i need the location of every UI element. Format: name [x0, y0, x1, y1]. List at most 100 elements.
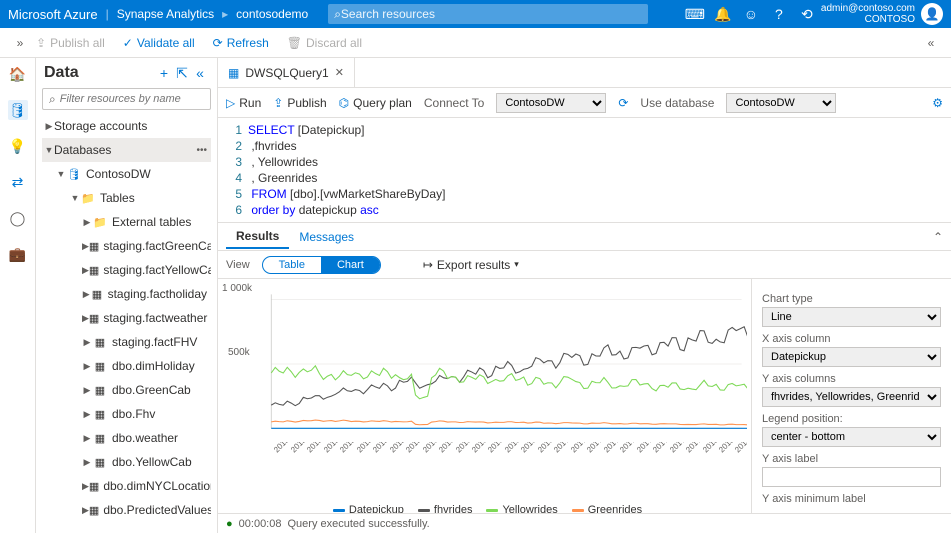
table-row[interactable]: ▶▦staging.factFHV [42, 330, 211, 354]
y-min-label: Y axis minimum label [762, 493, 941, 505]
resource-tree: ▶Storage accounts ▼Databases••• ▼🛢Contos… [42, 114, 211, 533]
settings-icon[interactable]: ⚙ [932, 96, 943, 110]
connect-to-label: Connect To [424, 96, 485, 110]
breadcrumb-service[interactable]: Synapse Analytics [117, 7, 214, 21]
table-row[interactable]: ▶▦dbo.YellowCab [42, 450, 211, 474]
tree-db-contosodw[interactable]: ▼🛢ContosoDW [42, 162, 211, 186]
broadcast-icon[interactable]: ⟲ [793, 6, 821, 23]
y-axis-label-input[interactable] [762, 467, 941, 487]
play-icon: ▷ [226, 96, 235, 110]
discard-all-button[interactable]: 🗑Discard all [287, 36, 362, 50]
filter-icon: ⌕ [49, 92, 56, 107]
tree-tables[interactable]: ▼📁Tables [42, 186, 211, 210]
develop-icon[interactable]: 💡 [8, 136, 28, 156]
chart-type-select[interactable]: Line [762, 307, 941, 327]
cloud-shell-icon[interactable]: ⌨ [681, 6, 709, 23]
publish-button[interactable]: ⇪Publish [273, 96, 326, 110]
folder-icon: 📁 [92, 216, 108, 229]
legend-pos-select[interactable]: center - bottom [762, 427, 941, 447]
breadcrumb-workspace[interactable]: contosodemo [236, 7, 308, 21]
success-icon: ● [226, 518, 233, 530]
legend-swatch [486, 509, 498, 512]
feedback-icon[interactable]: ☺ [737, 6, 765, 22]
line-gutter: 123456 [218, 118, 248, 222]
validate-all-button[interactable]: ✓Validate all [123, 36, 195, 50]
help-icon[interactable]: ? [765, 6, 793, 22]
table-icon: ▦ [89, 480, 99, 493]
avatar[interactable]: 👤 [921, 3, 943, 25]
tree-storage-accounts[interactable]: ▶Storage accounts [42, 114, 211, 138]
y-tick: 500k [228, 347, 250, 358]
table-icon: ▦ [90, 288, 103, 301]
x-column-label: X axis column [762, 333, 941, 345]
data-panel: Data + ⇱ « ⌕ ▶Storage accounts ▼Database… [36, 58, 218, 533]
legend-swatch [572, 509, 584, 512]
legend-swatch [333, 509, 345, 512]
table-row[interactable]: ▶▦staging.factYellowCab [42, 258, 211, 282]
search-input[interactable] [341, 7, 642, 21]
expand-icon[interactable]: ⇱ [173, 65, 191, 82]
filter-resources[interactable]: ⌕ [42, 88, 211, 110]
x-column-select[interactable]: Datepickup [762, 347, 941, 367]
database-icon: 🛢 [66, 168, 82, 181]
connect-to-select[interactable]: ContosoDW [496, 93, 606, 113]
notifications-icon[interactable]: 🔔 [709, 6, 737, 23]
add-button[interactable]: + [155, 65, 173, 81]
data-icon[interactable]: 🛢 [8, 100, 28, 120]
table-row[interactable]: ▶▦dbo.PredictedValues [42, 498, 211, 522]
chart-legend: Datepickup fhvrides Yellowrides Greenrid… [228, 502, 747, 513]
run-button[interactable]: ▷Run [226, 96, 261, 110]
chart-type-label: Chart type [762, 293, 941, 305]
collapse-right-icon[interactable]: « [921, 36, 941, 50]
collapse-results-icon[interactable]: ⌃ [933, 230, 943, 244]
tree-external-tables[interactable]: ▶📁External tables [42, 210, 211, 234]
query-toolbar: ▷Run ⇪Publish ⌬Query plan Connect To Con… [218, 88, 951, 118]
y-columns-select[interactable]: fhvrides, Yellowrides, Greenrides [762, 387, 941, 407]
tab-sql-script[interactable]: ▦ DWSQLQuery1 ✕ [218, 58, 355, 87]
sql-editor[interactable]: 123456 SELECT [Datepickup] ,fhvrides , Y… [218, 118, 951, 223]
more-icon[interactable]: ••• [196, 145, 207, 156]
global-search[interactable]: ⌕ [328, 4, 648, 24]
sql-icon: ▦ [228, 66, 239, 80]
use-db-label: Use database [640, 96, 714, 110]
y-axis-label-label: Y axis label [762, 453, 941, 465]
trash-icon: 🗑 [287, 36, 302, 50]
tab-messages[interactable]: Messages [289, 226, 364, 248]
table-row[interactable]: ▶▦dbo.GreenCab [42, 378, 211, 402]
collapse-panel-icon[interactable]: « [191, 65, 209, 81]
table-row[interactable]: ▶▦dbo.dimNYCLocations [42, 474, 211, 498]
table-row[interactable]: ▶▦staging.factGreenCab [42, 234, 211, 258]
table-row[interactable]: ▶▦staging.factholiday [42, 282, 211, 306]
query-plan-button[interactable]: ⌬Query plan [339, 96, 412, 110]
publish-all-button[interactable]: ⇪Publish all [36, 36, 105, 50]
chart-options: Chart type Line X axis column Datepickup… [751, 279, 951, 513]
home-icon[interactable]: 🏠 [8, 64, 28, 84]
y-columns-label: Y axis columns [762, 373, 941, 385]
view-chart-button[interactable]: Chart [321, 257, 380, 273]
manage-icon[interactable]: 💼 [8, 244, 28, 264]
table-icon: ▦ [92, 384, 108, 397]
export-results-button[interactable]: ↦Export results▾ [423, 258, 519, 272]
table-row[interactable]: ▶▦dbo.Fhv [42, 402, 211, 426]
table-row[interactable]: ▶▦staging.factweather [42, 306, 211, 330]
table-icon: ▦ [92, 336, 108, 349]
upload-icon: ⇪ [36, 36, 46, 50]
view-table-button[interactable]: Table [263, 257, 321, 273]
action-bar: » ⇪Publish all ✓Validate all ⟳Refresh 🗑D… [0, 28, 951, 58]
tab-results[interactable]: Results [226, 225, 289, 249]
close-icon[interactable]: ✕ [335, 66, 344, 79]
collapse-nav-icon[interactable]: » [10, 36, 30, 50]
filter-input[interactable] [60, 93, 204, 105]
orchestrate-icon[interactable]: ⇄ [8, 172, 28, 192]
monitor-icon[interactable]: ◯ [8, 208, 28, 228]
refresh-button[interactable]: ⟳Refresh [213, 36, 269, 50]
folder-icon: 📁 [80, 192, 96, 205]
account-info[interactable]: admin@contoso.com CONTOSO [821, 3, 915, 25]
tree-databases[interactable]: ▼Databases••• [42, 138, 211, 162]
refresh-connection-icon[interactable]: ⟳ [618, 96, 628, 110]
table-icon: ▦ [89, 504, 99, 517]
table-row[interactable]: ▶▦dbo.weather [42, 426, 211, 450]
code-area[interactable]: SELECT [Datepickup] ,fhvrides , Yellowri… [248, 118, 951, 222]
table-row[interactable]: ▶▦dbo.dimHoliday [42, 354, 211, 378]
use-db-select[interactable]: ContosoDW [726, 93, 836, 113]
